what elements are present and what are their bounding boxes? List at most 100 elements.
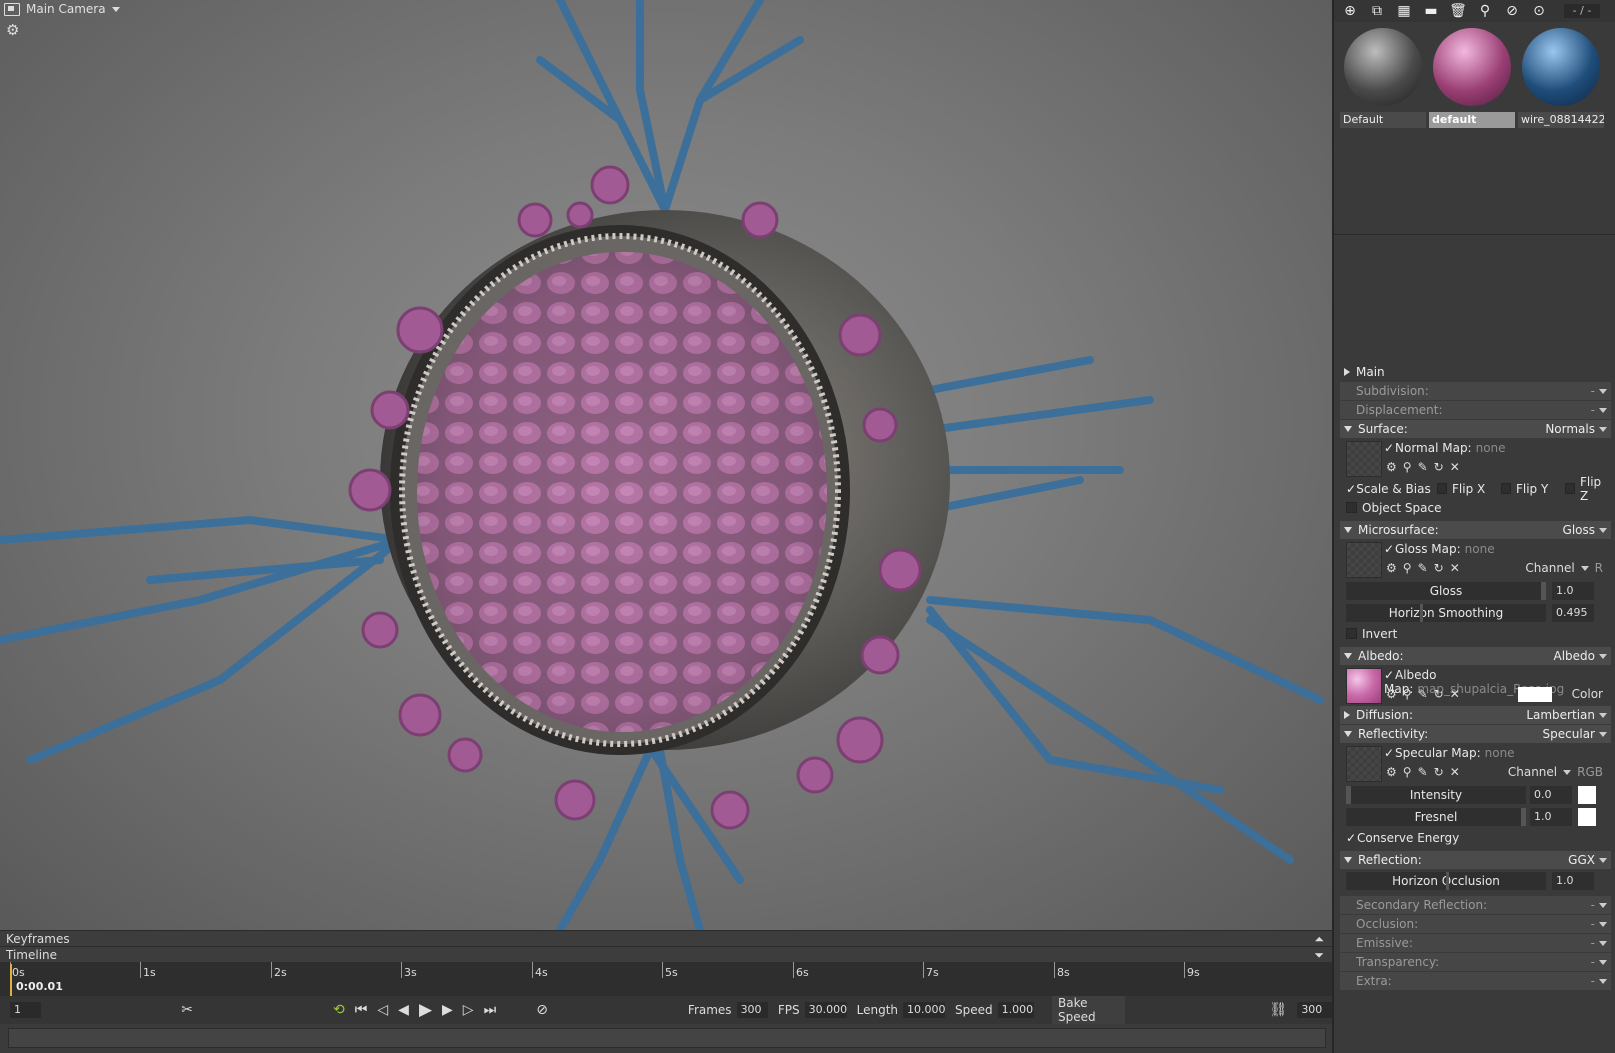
gloss-map-swatch[interactable] xyxy=(1346,542,1382,578)
search-icon[interactable]: ⚲ xyxy=(1403,561,1412,575)
section-albedo[interactable]: Albedo: Albedo xyxy=(1340,647,1611,665)
section-occlusion[interactable]: Occlusion: - xyxy=(1340,915,1611,933)
section-emissive[interactable]: Emissive: - xyxy=(1340,934,1611,952)
pencil-icon[interactable]: ✎ xyxy=(1418,687,1428,701)
horizon-occlusion-value-field[interactable]: 1.0 xyxy=(1552,872,1594,890)
close-icon[interactable]: ✕ xyxy=(1450,460,1460,474)
channel-select[interactable]: Channel RGB xyxy=(1508,765,1603,779)
section-surface[interactable]: Surface: Normals xyxy=(1340,420,1611,438)
object-space-checkbox[interactable] xyxy=(1346,502,1357,513)
expand-up-icon[interactable]: ⏶ xyxy=(1314,931,1324,947)
folder-icon[interactable]: ▬ xyxy=(1421,1,1441,21)
pencil-icon[interactable]: ✎ xyxy=(1418,561,1428,575)
3d-viewport[interactable]: Main Camera ⚙ xyxy=(0,0,1332,930)
close-icon[interactable]: ✕ xyxy=(1450,687,1460,701)
check-icon[interactable]: ✓ xyxy=(1346,482,1356,496)
length-field[interactable]: 10.000 xyxy=(903,1002,946,1018)
loop-icon[interactable]: ⟲ xyxy=(333,1002,345,1018)
section-extra[interactable]: Extra: - xyxy=(1340,972,1611,990)
normal-map-swatch[interactable] xyxy=(1346,441,1382,477)
link-icon[interactable]: ⛓ xyxy=(1270,1002,1288,1018)
section-transparency[interactable]: Transparency: - xyxy=(1340,953,1611,971)
step-back-icon[interactable]: ◀ xyxy=(398,1002,409,1018)
refresh-icon[interactable]: ↻ xyxy=(1434,561,1444,575)
slider-knob[interactable] xyxy=(1446,872,1449,890)
intensity-slider[interactable]: Intensity 0.0 xyxy=(1340,784,1611,806)
fresnel-color-swatch[interactable] xyxy=(1578,808,1596,826)
check-icon[interactable]: ✓ xyxy=(1346,831,1357,845)
gear-icon[interactable]: ⚙ xyxy=(1386,561,1397,575)
compass-icon[interactable]: ⊘ xyxy=(1502,1,1522,21)
library-page-field[interactable]: - / - xyxy=(1564,4,1600,18)
camera-selector[interactable]: Main Camera xyxy=(4,2,120,16)
collapse-down-icon[interactable]: ⏷ xyxy=(1314,947,1324,963)
check-icon[interactable]: ✓ xyxy=(1384,542,1395,556)
invert-checkbox[interactable] xyxy=(1346,628,1357,639)
slider-knob[interactable] xyxy=(1420,604,1423,622)
material-thumb-default[interactable]: Default xyxy=(1340,28,1426,128)
material-thumb-wire[interactable]: wire_088144225 xyxy=(1518,28,1604,128)
fps-field[interactable]: 30.000 xyxy=(804,1002,847,1018)
section-secondary-reflection[interactable]: Secondary Reflection: - xyxy=(1340,896,1611,914)
gear-icon[interactable]: ⚙ xyxy=(1386,765,1397,779)
refresh-icon[interactable]: ↻ xyxy=(1434,687,1444,701)
slider-knob[interactable] xyxy=(1521,808,1526,826)
end-frame-field[interactable]: 300 xyxy=(1297,1002,1333,1018)
section-reflection[interactable]: Reflection: GGX xyxy=(1340,851,1611,869)
duplicate-icon[interactable]: ⧉ xyxy=(1367,1,1387,21)
horizon-occlusion-slider[interactable]: Horizon Occlusion 1.0 xyxy=(1340,870,1611,892)
check-icon[interactable]: ✓ xyxy=(1384,746,1395,760)
timeline-track[interactable] xyxy=(0,1024,1332,1053)
pencil-icon[interactable]: ✎ xyxy=(1418,765,1428,779)
fresnel-slider[interactable]: Fresnel 1.0 xyxy=(1340,806,1611,828)
intensity-value-field[interactable]: 0.0 xyxy=(1530,786,1572,804)
channel-select[interactable]: Channel R xyxy=(1525,561,1603,575)
export-icon[interactable]: ⊙ xyxy=(1529,1,1549,21)
section-main[interactable]: Main xyxy=(1340,363,1611,381)
close-icon[interactable]: ✕ xyxy=(1450,561,1460,575)
speed-field[interactable]: 1.000 xyxy=(997,1002,1035,1018)
keyframes-bar[interactable]: Keyframes ⏶ xyxy=(0,930,1332,946)
material-thumb-default-selected[interactable]: default xyxy=(1429,28,1515,128)
close-icon[interactable]: ✕ xyxy=(1450,765,1460,779)
checker-icon[interactable]: ▦ xyxy=(1394,1,1414,21)
albedo-color-swatch[interactable] xyxy=(1518,687,1552,702)
play-icon[interactable]: ▶ xyxy=(419,1000,432,1020)
prev-key-icon[interactable]: ◁ xyxy=(377,1002,388,1018)
flip-z-checkbox[interactable] xyxy=(1564,483,1575,494)
pencil-icon[interactable]: ✎ xyxy=(1418,460,1428,474)
scissors-icon[interactable]: ✂ xyxy=(181,1002,193,1018)
section-reflectivity[interactable]: Reflectivity: Specular xyxy=(1340,725,1611,743)
section-subdivision[interactable]: Subdivision: - xyxy=(1340,382,1611,400)
search-icon[interactable]: ⚲ xyxy=(1403,765,1412,779)
eyedropper-icon[interactable]: ⚲ xyxy=(1475,1,1495,21)
refresh-icon[interactable]: ↻ xyxy=(1434,765,1444,779)
horizon-value-field[interactable]: 0.495 xyxy=(1552,604,1594,622)
horizon-smoothing-slider[interactable]: Horizon Smoothing 0.495 xyxy=(1340,602,1611,624)
gear-icon[interactable]: ⚙ xyxy=(1386,687,1397,701)
compass-icon[interactable]: ⊘ xyxy=(536,1002,548,1018)
step-forward-icon[interactable]: ▶ xyxy=(442,1002,453,1018)
skip-start-icon[interactable]: ⏮ xyxy=(355,1002,368,1018)
playhead[interactable] xyxy=(10,964,12,996)
section-displacement[interactable]: Displacement: - xyxy=(1340,401,1611,419)
gear-icon[interactable]: ⚙ xyxy=(1386,460,1397,474)
check-icon[interactable]: ✓ xyxy=(1384,668,1395,682)
check-icon[interactable]: ✓ xyxy=(1384,441,1395,455)
skip-end-icon[interactable]: ⏭ xyxy=(484,1002,497,1018)
section-microsurface[interactable]: Microsurface: Gloss xyxy=(1340,521,1611,539)
add-material-icon[interactable]: ⊕ xyxy=(1340,1,1360,21)
albedo-map-swatch[interactable] xyxy=(1346,668,1382,704)
next-key-icon[interactable]: ▷ xyxy=(463,1002,474,1018)
timeline-ruler[interactable]: 0s 1s 2s 3s 4s 5s 6s 7s 8s 9s 0:00.01 xyxy=(0,962,1332,996)
bake-speed-button[interactable]: Bake Speed xyxy=(1052,996,1125,1024)
timeline-bar[interactable]: Timeline ⏷ xyxy=(0,946,1332,962)
flip-x-checkbox[interactable] xyxy=(1436,483,1448,494)
specular-map-swatch[interactable] xyxy=(1346,746,1382,782)
flip-y-checkbox[interactable] xyxy=(1500,483,1511,494)
gloss-value-field[interactable]: 1.0 xyxy=(1552,582,1594,600)
section-diffusion[interactable]: Diffusion: Lambertian xyxy=(1340,706,1611,724)
fresnel-value-field[interactable]: 1.0 xyxy=(1530,808,1572,826)
refresh-icon[interactable]: ↻ xyxy=(1434,460,1444,474)
trash-icon[interactable]: 🗑 xyxy=(1448,1,1468,21)
